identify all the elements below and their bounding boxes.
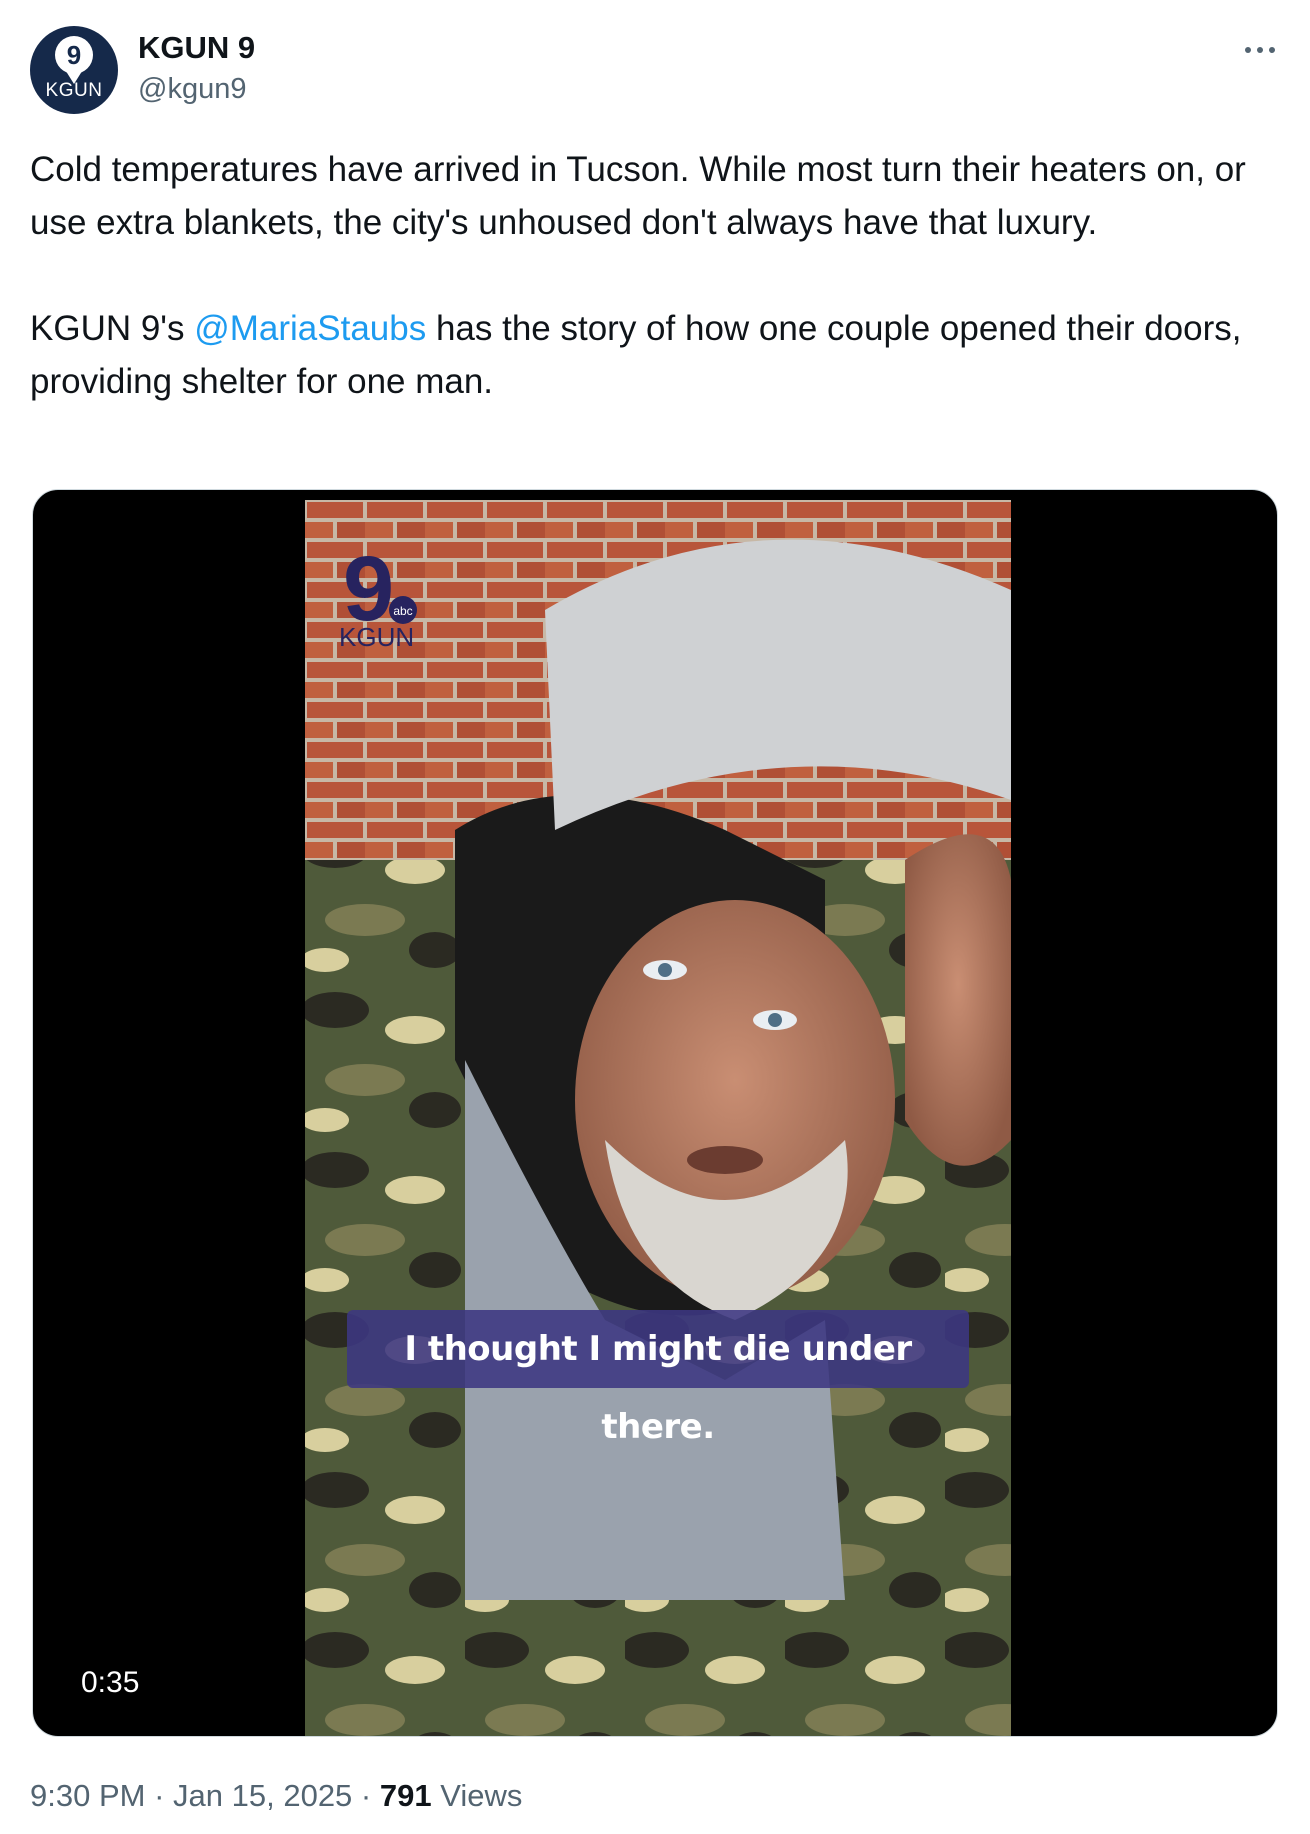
user-handle[interactable]: @kgun9 — [138, 72, 246, 106]
meta-separator: · — [154, 1778, 165, 1813]
views-label: Views — [440, 1778, 523, 1813]
video-player[interactable]: 9 abc KGUN I thought I might die under t… — [32, 489, 1278, 1737]
watermark-text: KGUN — [339, 622, 414, 652]
tweet-paragraph: KGUN 9's @MariaStaubs has the story of h… — [30, 302, 1280, 408]
meta-separator: · — [360, 1778, 372, 1813]
video-caption: I thought I might die under there. — [347, 1310, 969, 1447]
video-duration: 0:35 — [77, 1664, 144, 1702]
tweet-text-segment: KGUN 9's — [30, 309, 195, 348]
views-count: 791 — [379, 1778, 432, 1813]
tweet-text: Cold temperatures have arrived in Tucson… — [30, 143, 1280, 408]
avatar[interactable]: 9 KGUN — [30, 26, 118, 114]
mention-link[interactable]: @MariaStaubs — [194, 309, 426, 348]
avatar-number: 9 — [67, 40, 81, 70]
tweet-paragraph: Cold temperatures have arrived in Tucson… — [30, 150, 1246, 242]
avatar-label: KGUN — [45, 80, 103, 101]
more-horizontal-icon — [1245, 47, 1275, 53]
tweet-header: 9 KGUN KGUN 9 @kgun9 — [30, 26, 1280, 116]
display-name[interactable]: KGUN 9 — [138, 30, 255, 66]
watermark-badge: abc — [393, 604, 412, 618]
tweet-meta: 9:30 PM · Jan 15, 2025 · 791 Views — [30, 1776, 522, 1816]
tweet-time[interactable]: 9:30 PM — [30, 1778, 145, 1813]
tweet-date[interactable]: Jan 15, 2025 — [173, 1778, 352, 1813]
more-options-button[interactable] — [1240, 36, 1280, 64]
video-thumbnail: 9 abc KGUN — [305, 500, 1011, 1736]
video-frame[interactable]: 9 abc KGUN I thought I might die under t… — [305, 500, 1011, 1736]
